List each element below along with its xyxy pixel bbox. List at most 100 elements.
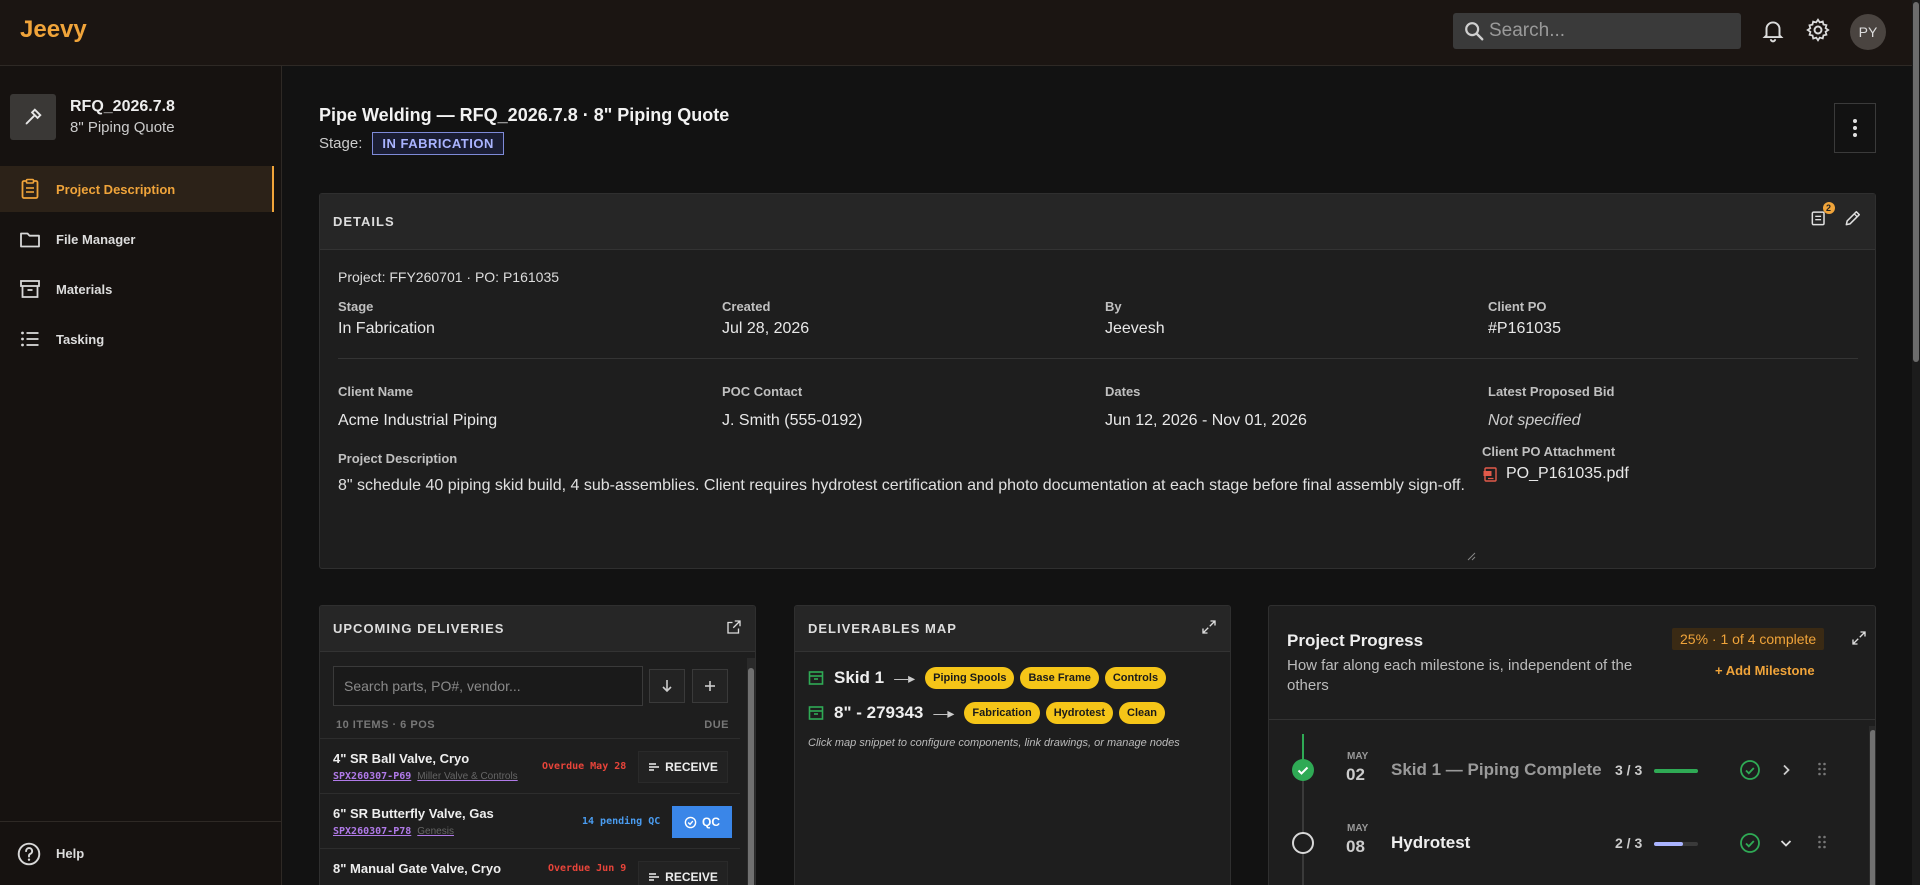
- archive-box-icon: [808, 671, 824, 685]
- component-chip[interactable]: Controls: [1104, 667, 1167, 689]
- edit-icon[interactable]: [1843, 208, 1863, 228]
- table-row[interactable]: 6" SR Butterfly Valve, Gas SPX260307-P78…: [320, 793, 740, 848]
- page-scrollbar-thumb[interactable]: [1913, 2, 1919, 362]
- field-latest-bid: Latest Proposed Bid Not specified: [1488, 384, 1614, 430]
- receive-button[interactable]: RECEIVE: [638, 751, 728, 783]
- drag-handle-icon[interactable]: [1817, 834, 1827, 850]
- search-icon: [1465, 22, 1484, 41]
- delivery-code[interactable]: SPX260307-P69 Miller Valve & Controls: [333, 771, 518, 782]
- po-code-link[interactable]: SPX260307-P78: [333, 826, 411, 837]
- vendor-name: Genesis: [417, 826, 454, 837]
- gear-icon[interactable]: [1805, 17, 1831, 43]
- project-name: 8" Piping Quote: [70, 119, 175, 136]
- deliveries-scrollbar-thumb[interactable]: [748, 668, 754, 885]
- deliveries-search-input[interactable]: [344, 678, 634, 694]
- milestone-row[interactable]: MAY 02 Skid 1 — Piping Complete 3 / 3: [1269, 734, 1869, 804]
- sidebar-item-file-manager[interactable]: File Manager: [0, 216, 282, 262]
- deliverable-row[interactable]: Skid 1 —▸ Piping Spools Base Frame Contr…: [808, 667, 1172, 689]
- field-label: Created: [722, 299, 771, 314]
- progress-scrollbar-thumb[interactable]: [1870, 730, 1875, 885]
- field-label: By: [1105, 299, 1122, 314]
- details-header: DETAILS 2: [320, 194, 1875, 250]
- field-dates: Dates Jun 12, 2026 - Nov 01, 2026: [1105, 384, 1307, 430]
- qc-label: QC: [702, 815, 720, 829]
- sidebar-item-help[interactable]: Help: [0, 821, 282, 885]
- check-circle-icon[interactable]: [1739, 759, 1761, 781]
- sort-button[interactable]: [649, 669, 685, 703]
- deliverable-label: Skid 1: [834, 668, 885, 687]
- brand-logo[interactable]: Jeevy: [20, 16, 87, 44]
- avatar[interactable]: PY: [1850, 14, 1886, 50]
- expand-icon[interactable]: [1850, 629, 1868, 647]
- field-label: Client Name: [338, 384, 414, 399]
- receive-button[interactable]: RECEIVE: [638, 861, 728, 885]
- chevron-right-icon[interactable]: [1779, 763, 1793, 777]
- bell-icon[interactable]: [1760, 17, 1786, 43]
- sidebar-item-project-description[interactable]: Project Description: [0, 166, 274, 212]
- delivery-name: 8" Manual Gate Valve, Cryo: [333, 861, 502, 876]
- global-search[interactable]: [1453, 13, 1741, 49]
- add-milestone-button[interactable]: + Add Milestone: [1715, 663, 1815, 678]
- details-divider: [338, 358, 1858, 359]
- project-description-textarea[interactable]: 8" schedule 40 piping skid build, 4 sub-…: [338, 475, 1476, 561]
- field-label: Dates: [1105, 384, 1141, 399]
- component-chip[interactable]: Piping Spools: [925, 667, 1015, 689]
- field-client-po: Client PO #P161035: [1488, 299, 1561, 338]
- milestone-row[interactable]: MAY 08 Hydrotest 2 / 3: [1269, 806, 1869, 876]
- search-input[interactable]: [1489, 20, 1729, 42]
- chevron-down-icon[interactable]: [1779, 836, 1793, 850]
- top-bar: Jeevy PY: [0, 0, 1920, 66]
- delivery-code[interactable]: SPX260307-P78 Genesis: [333, 826, 454, 837]
- page-scrollbar[interactable]: [1912, 0, 1920, 885]
- table-row[interactable]: 8" Manual Gate Valve, Cryo Overdue Jun 9…: [320, 848, 740, 885]
- deliverables-map-card: DELIVERABLES MAP Skid 1 —▸ Piping Spools…: [794, 605, 1231, 885]
- component-chip[interactable]: Clean: [1119, 702, 1165, 724]
- field-label: Latest Proposed Bid: [1488, 384, 1615, 399]
- sidebar-item-tasking[interactable]: Tasking: [0, 316, 282, 362]
- milestone-month: MAY: [1347, 823, 1369, 834]
- delivery-name: 4" SR Ball Valve, Cryo: [333, 751, 470, 766]
- attachment-filename: PO_P161035.pdf: [1506, 465, 1629, 482]
- field-value: #P161035: [1488, 320, 1561, 337]
- field-value: J. Smith (555-0192): [722, 412, 863, 429]
- attachment-link[interactable]: PO_P161035.pdf: [1482, 465, 1629, 483]
- milestone-progress-fill: [1654, 842, 1684, 846]
- field-label: Client PO Attachment: [1482, 444, 1616, 459]
- milestone-day: 02: [1346, 765, 1365, 784]
- help-icon: [17, 842, 41, 865]
- deliveries-search[interactable]: [333, 666, 643, 706]
- notes-button[interactable]: 2: [1809, 202, 1835, 231]
- component-chip[interactable]: Base Frame: [1020, 667, 1099, 689]
- check-icon: [1297, 766, 1309, 775]
- component-chip[interactable]: Hydrotest: [1045, 702, 1114, 724]
- project-line: Project: FFY260701 · PO: P161035: [338, 269, 560, 285]
- drag-handle-icon[interactable]: [1817, 761, 1827, 777]
- deliveries-scrollbar[interactable]: [747, 658, 755, 885]
- open-external-icon[interactable]: [725, 618, 743, 636]
- qc-button[interactable]: QC: [672, 806, 732, 838]
- receive-icon: [649, 873, 660, 881]
- stage-label: Stage:: [319, 135, 363, 152]
- expand-icon[interactable]: [1200, 618, 1218, 636]
- deliverable-row[interactable]: 8" - 279343 —▸ Fabrication Hydrotest Cle…: [808, 702, 1171, 724]
- more-options-button[interactable]: [1834, 103, 1876, 153]
- po-code-link[interactable]: SPX260307-P69: [333, 771, 411, 782]
- field-label: POC Contact: [722, 384, 803, 399]
- table-row[interactable]: 4" SR Ball Valve, Cryo SPX260307-P69 Mill…: [320, 738, 740, 793]
- milestone-count: 2 / 3: [1615, 835, 1643, 851]
- archive-box-icon: [808, 706, 824, 720]
- sidebar-item-materials[interactable]: Materials: [0, 266, 282, 312]
- vendor-name: Miller Valve & Controls: [417, 771, 518, 782]
- field-value: Jul 28, 2026: [722, 320, 810, 337]
- check-circle-icon[interactable]: [1739, 832, 1761, 854]
- sidebar-item-label: Materials: [56, 281, 113, 297]
- progress-scrollbar[interactable]: [1869, 726, 1875, 885]
- stage-row: Stage: IN FABRICATION: [319, 132, 504, 155]
- field-value: In Fabrication: [338, 320, 435, 337]
- component-chip[interactable]: Fabrication: [964, 702, 1040, 724]
- add-delivery-button[interactable]: [692, 669, 728, 703]
- sidebar-nav: Project Description File Manager Materia…: [0, 166, 282, 366]
- resize-handle-icon[interactable]: [1466, 551, 1476, 561]
- plus-icon: [705, 681, 715, 691]
- project-card[interactable]: RFQ_2026.7.8 8" Piping Quote: [10, 94, 175, 140]
